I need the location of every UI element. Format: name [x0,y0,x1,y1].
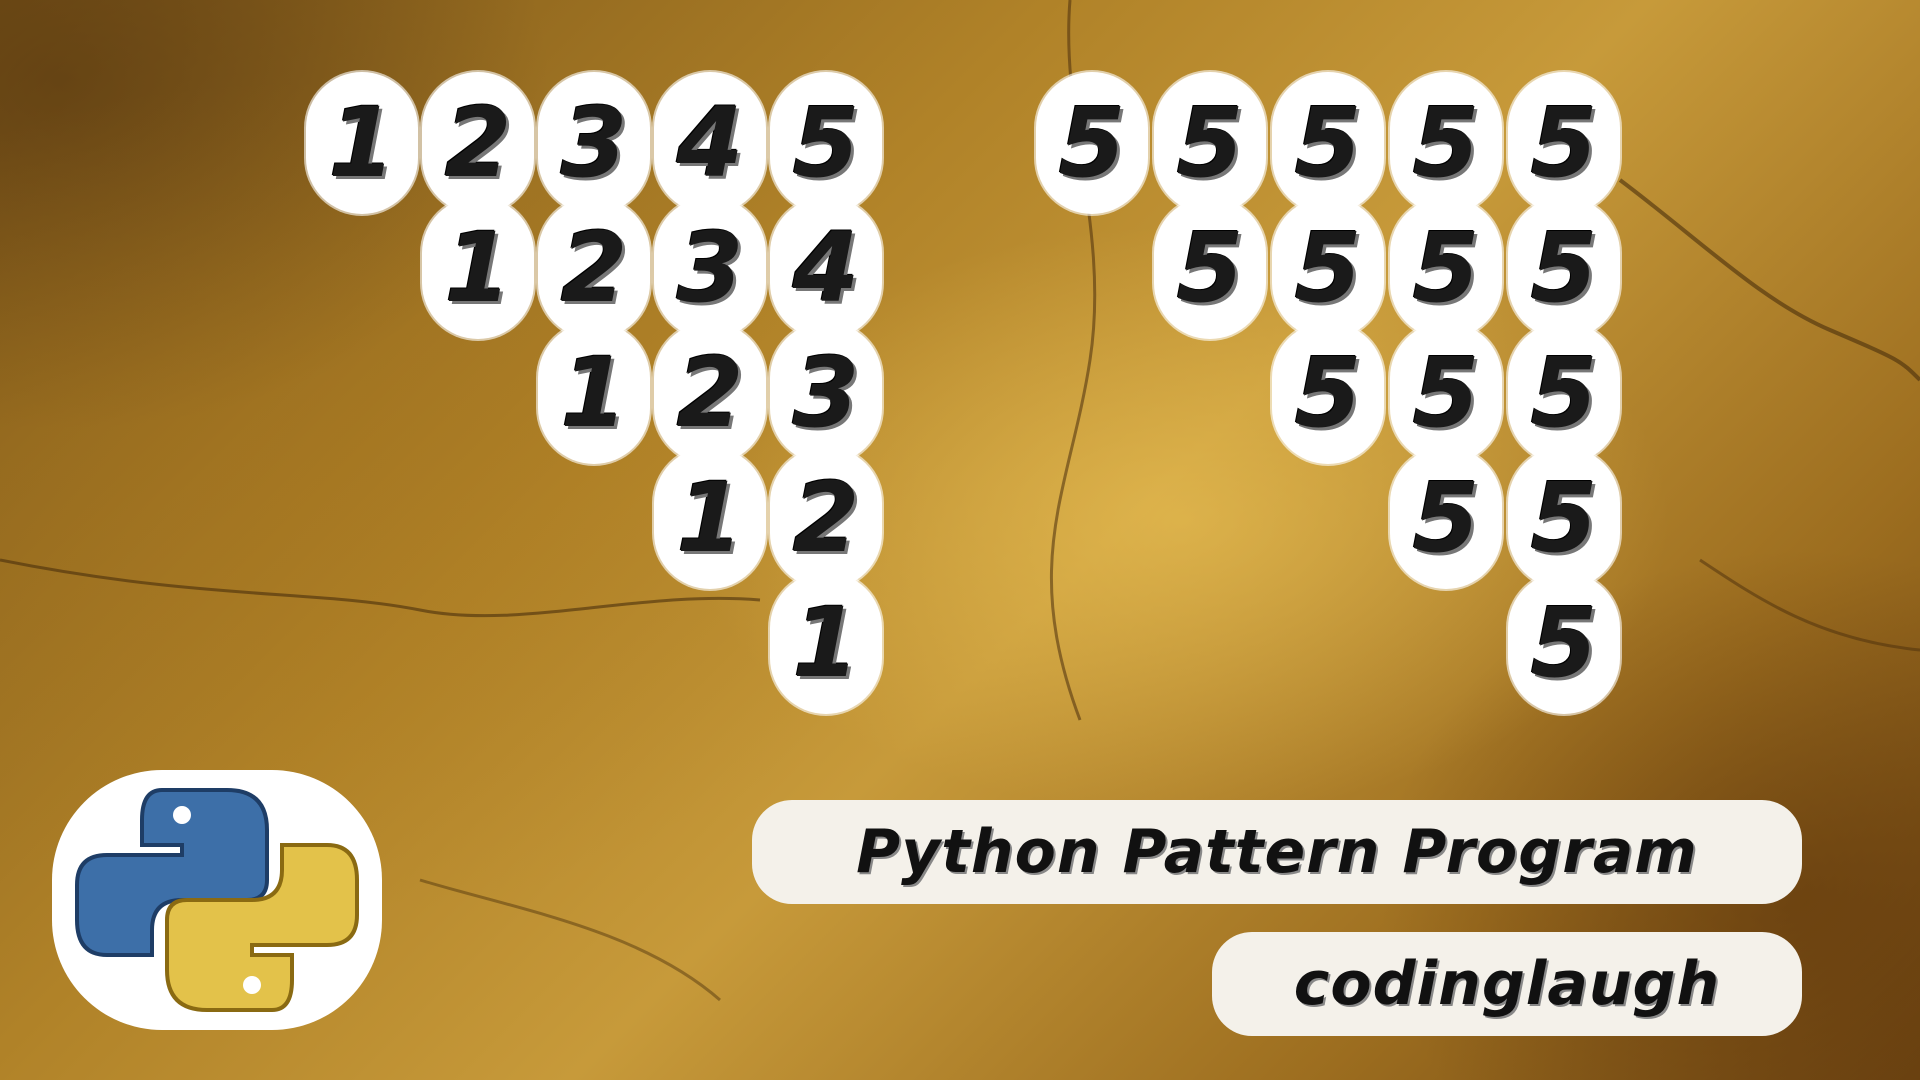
python-logo-eye-bottom [243,976,261,994]
right-digit-r4-c1: 5 [1390,447,1502,589]
right-digit-r3-c2: 5 [1390,322,1502,464]
left-digit-r5-c1: 1 [770,572,882,714]
python-logo-icon [52,770,382,1030]
left-digit-r2-c4: 4 [770,197,882,339]
right-digit-r4-c2: 5 [1508,447,1620,589]
title-caption: Python Pattern Program [752,800,1802,904]
left-digit-r1-c1: 1 [306,72,418,214]
right-digit-r3-c1: 5 [1272,322,1384,464]
python-logo-eye-top [173,806,191,824]
left-digit-r1-c2: 2 [422,72,534,214]
left-digit-r3-c2: 2 [654,322,766,464]
right-digit-r1-c3: 5 [1272,72,1384,214]
right-digit-r1-c5: 5 [1508,72,1620,214]
left-digit-r1-c4: 4 [654,72,766,214]
channel-caption: codinglaugh [1212,932,1802,1036]
right-digit-r1-c1: 5 [1036,72,1148,214]
left-digit-r1-c5: 5 [770,72,882,214]
right-digit-r2-c4: 5 [1508,197,1620,339]
left-digit-r4-c2: 2 [770,447,882,589]
right-digit-r3-c3: 5 [1508,322,1620,464]
left-digit-r4-c1: 1 [654,447,766,589]
left-digit-r2-c2: 2 [538,197,650,339]
right-digit-r1-c4: 5 [1390,72,1502,214]
left-digit-r1-c3: 3 [538,72,650,214]
left-digit-r3-c1: 1 [538,322,650,464]
right-digit-r1-c2: 5 [1154,72,1266,214]
right-digit-r2-c3: 5 [1390,197,1502,339]
left-digit-r2-c3: 3 [654,197,766,339]
right-digit-r5-c1: 5 [1508,572,1620,714]
left-digit-r2-c1: 1 [422,197,534,339]
right-digit-r2-c2: 5 [1272,197,1384,339]
left-digit-r3-c3: 3 [770,322,882,464]
right-digit-r2-c1: 5 [1154,197,1266,339]
